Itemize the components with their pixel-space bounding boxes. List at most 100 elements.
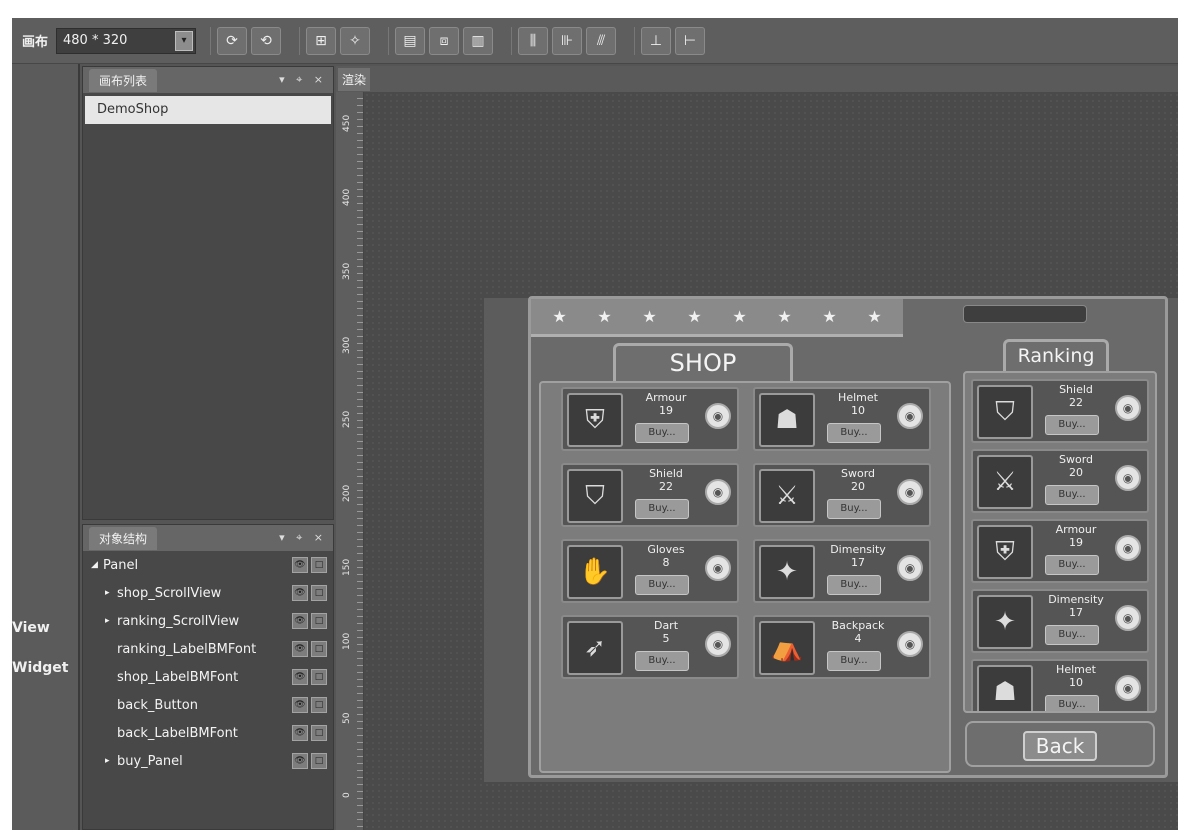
canvas-list-item[interactable]: DemoShop [85, 96, 331, 124]
toolbar-group: ▤ ⧈ ▥ [388, 26, 497, 55]
buy-button[interactable]: Buy... [635, 499, 689, 519]
shop-panel[interactable]: ★ ★ ★ ★ ★ ★ ★ ★ SHOP Ranking ⛨ Armour 19 Buy... ◉ ☗ H… [528, 296, 1168, 778]
shop-item-card: ✋ Gloves 8 Buy... ◉ [561, 539, 739, 603]
toolbar-tool-icon[interactable]: ⧈ [429, 26, 460, 55]
lock-icon[interactable]: □ [311, 641, 327, 657]
buy-button[interactable]: Buy... [635, 423, 689, 443]
back-button-frame: Back [965, 721, 1155, 767]
panel-controls[interactable]: ▾ ⌖ × [279, 531, 327, 545]
item-name: Dart [653, 619, 679, 632]
canvas-size-select[interactable]: 480 * 320 ▾ [56, 27, 197, 54]
editor-window: 画布 480 * 320 ▾ ⟳ ⟲ ⊞ ✧ ▤ ⧈ ▥ ⫼ ⊪ ⫻ ⊥ ⊢ View Widget … [12, 18, 1178, 830]
shop-title: SHOP [613, 343, 793, 381]
toolbar-tool-icon[interactable]: ⊞ [306, 26, 337, 55]
toolbar-group: ⊥ ⊢ [634, 26, 709, 55]
buy-button[interactable]: Buy... [635, 651, 689, 671]
item-name: Sword [1058, 453, 1094, 466]
expand-arrow-icon[interactable]: ◢ [91, 560, 103, 570]
lock-icon[interactable]: □ [311, 725, 327, 741]
lock-icon[interactable]: □ [311, 669, 327, 685]
visibility-icon[interactable]: 👁 [292, 669, 308, 685]
tree-row[interactable]: back_LabelBMFont 👁 □ [83, 719, 333, 747]
tree-row[interactable]: ◢ Panel 👁 □ [83, 551, 333, 579]
star-icon: ★ [822, 307, 837, 326]
expand-arrow-icon[interactable]: ▸ [105, 588, 117, 598]
lock-icon[interactable]: □ [311, 613, 327, 629]
toolbar-tool-icon[interactable]: ⟳ [217, 26, 248, 55]
tree-row[interactable]: shop_LabelBMFont 👁 □ [83, 663, 333, 691]
expand-arrow-icon[interactable]: ▸ [105, 616, 117, 626]
item-count: 22 [659, 480, 673, 493]
lock-icon[interactable]: □ [311, 585, 327, 601]
visibility-icon[interactable]: 👁 [292, 753, 308, 769]
ruler-tick-label: 0 [342, 792, 352, 798]
tree-row-icons: 👁 □ [289, 725, 327, 741]
visibility-icon[interactable]: 👁 [292, 585, 308, 601]
toolbar-tool-icon[interactable]: ✧ [340, 26, 371, 55]
expand-arrow-icon[interactable]: ▸ [105, 756, 117, 766]
shop-item-card: ✦ Dimensity 17 Buy... ◉ [753, 539, 931, 603]
coin-icon: ◉ [1115, 395, 1141, 421]
visibility-icon[interactable]: 👁 [292, 725, 308, 741]
buy-button[interactable]: Buy... [1045, 485, 1099, 505]
tree-row-label: shop_ScrollView [117, 585, 222, 601]
visibility-icon[interactable]: 👁 [292, 613, 308, 629]
coin-icon: ◉ [705, 479, 731, 505]
tree-row[interactable]: ranking_LabelBMFont 👁 □ [83, 635, 333, 663]
canvas-list-tab[interactable]: 画布列表 [89, 68, 158, 92]
shop-scrollview[interactable]: ⛨ Armour 19 Buy... ◉ ☗ Helmet 10 Buy... ◉ ⛉ Shield 2… [539, 381, 951, 773]
buy-button[interactable]: Buy... [827, 423, 881, 443]
buy-button[interactable]: Buy... [827, 499, 881, 519]
panel-controls[interactable]: ▾ ⌖ × [279, 73, 327, 87]
toolbar-tool-icon[interactable]: ⫼ [518, 26, 549, 55]
object-tree-tab[interactable]: 对象结构 [89, 526, 158, 550]
item-count: 22 [1069, 396, 1083, 409]
item-count: 17 [851, 556, 865, 569]
buy-button[interactable]: Buy... [1045, 695, 1099, 711]
item-icon: ➶ [567, 621, 623, 675]
buy-button[interactable]: Buy... [827, 575, 881, 595]
buy-button[interactable]: Buy... [635, 575, 689, 595]
visibility-icon[interactable]: 👁 [292, 557, 308, 573]
visibility-icon[interactable]: 👁 [292, 697, 308, 713]
tree-row-label: back_LabelBMFont [117, 725, 238, 741]
ranking-scrollview[interactable]: ⛉ Shield 22 Buy... ◉ ⚔ Sword 20 Buy... ◉ ⛨ Armour 19… [963, 371, 1157, 713]
left-strip-label-widget[interactable]: Widget [12, 660, 68, 676]
item-icon: ☗ [977, 665, 1033, 711]
ruler-tick-label: 200 [342, 484, 352, 502]
toolbar-tool-icon[interactable]: ⊪ [552, 26, 583, 55]
lock-icon[interactable]: □ [311, 753, 327, 769]
buy-button[interactable]: Buy... [827, 651, 881, 671]
toolbar-tool-icon[interactable]: ⟲ [251, 26, 282, 55]
toolbar-tool-icon[interactable]: ⊢ [675, 26, 706, 55]
back-button[interactable]: Back [1023, 731, 1097, 761]
buy-button[interactable]: Buy... [1045, 555, 1099, 575]
canvas-size-value: 480 * 320 [63, 33, 128, 48]
shop-item-card: ☗ Helmet 10 Buy... ◉ [753, 387, 931, 451]
item-name: Armour [645, 391, 687, 404]
item-name: Sword [840, 467, 876, 480]
coin-icon: ◉ [705, 631, 731, 657]
tree-row[interactable]: ▸ ranking_ScrollView 👁 □ [83, 607, 333, 635]
toolbar-group: ⟳ ⟲ [210, 26, 285, 55]
item-count: 20 [1069, 466, 1083, 479]
buy-button[interactable]: Buy... [1045, 625, 1099, 645]
lock-icon[interactable]: □ [311, 557, 327, 573]
tree-row[interactable]: ▸ shop_ScrollView 👁 □ [83, 579, 333, 607]
tab-render[interactable]: 渲染 [338, 68, 371, 91]
visibility-icon[interactable]: 👁 [292, 641, 308, 657]
chevron-down-icon[interactable]: ▾ [175, 30, 194, 51]
render-tabbar: 渲染 [336, 66, 1178, 92]
lock-icon[interactable]: □ [311, 697, 327, 713]
left-strip-label-view[interactable]: View [12, 620, 50, 636]
toolbar-tool-icon[interactable]: ⫻ [586, 26, 617, 55]
tree-row[interactable]: back_Button 👁 □ [83, 691, 333, 719]
toolbar-tool-icon[interactable]: ⊥ [641, 26, 672, 55]
item-name: Gloves [647, 543, 685, 556]
toolbar-tool-icon[interactable]: ▤ [395, 26, 426, 55]
object-tree-list: ◢ Panel 👁 □ ▸ shop_ScrollView 👁 □ ▸ ranking_Scrol… [83, 551, 333, 775]
buy-button[interactable]: Buy... [1045, 415, 1099, 435]
tree-row-icons: 👁 □ [289, 753, 327, 769]
toolbar-tool-icon[interactable]: ▥ [463, 26, 494, 55]
tree-row[interactable]: ▸ buy_Panel 👁 □ [83, 747, 333, 775]
